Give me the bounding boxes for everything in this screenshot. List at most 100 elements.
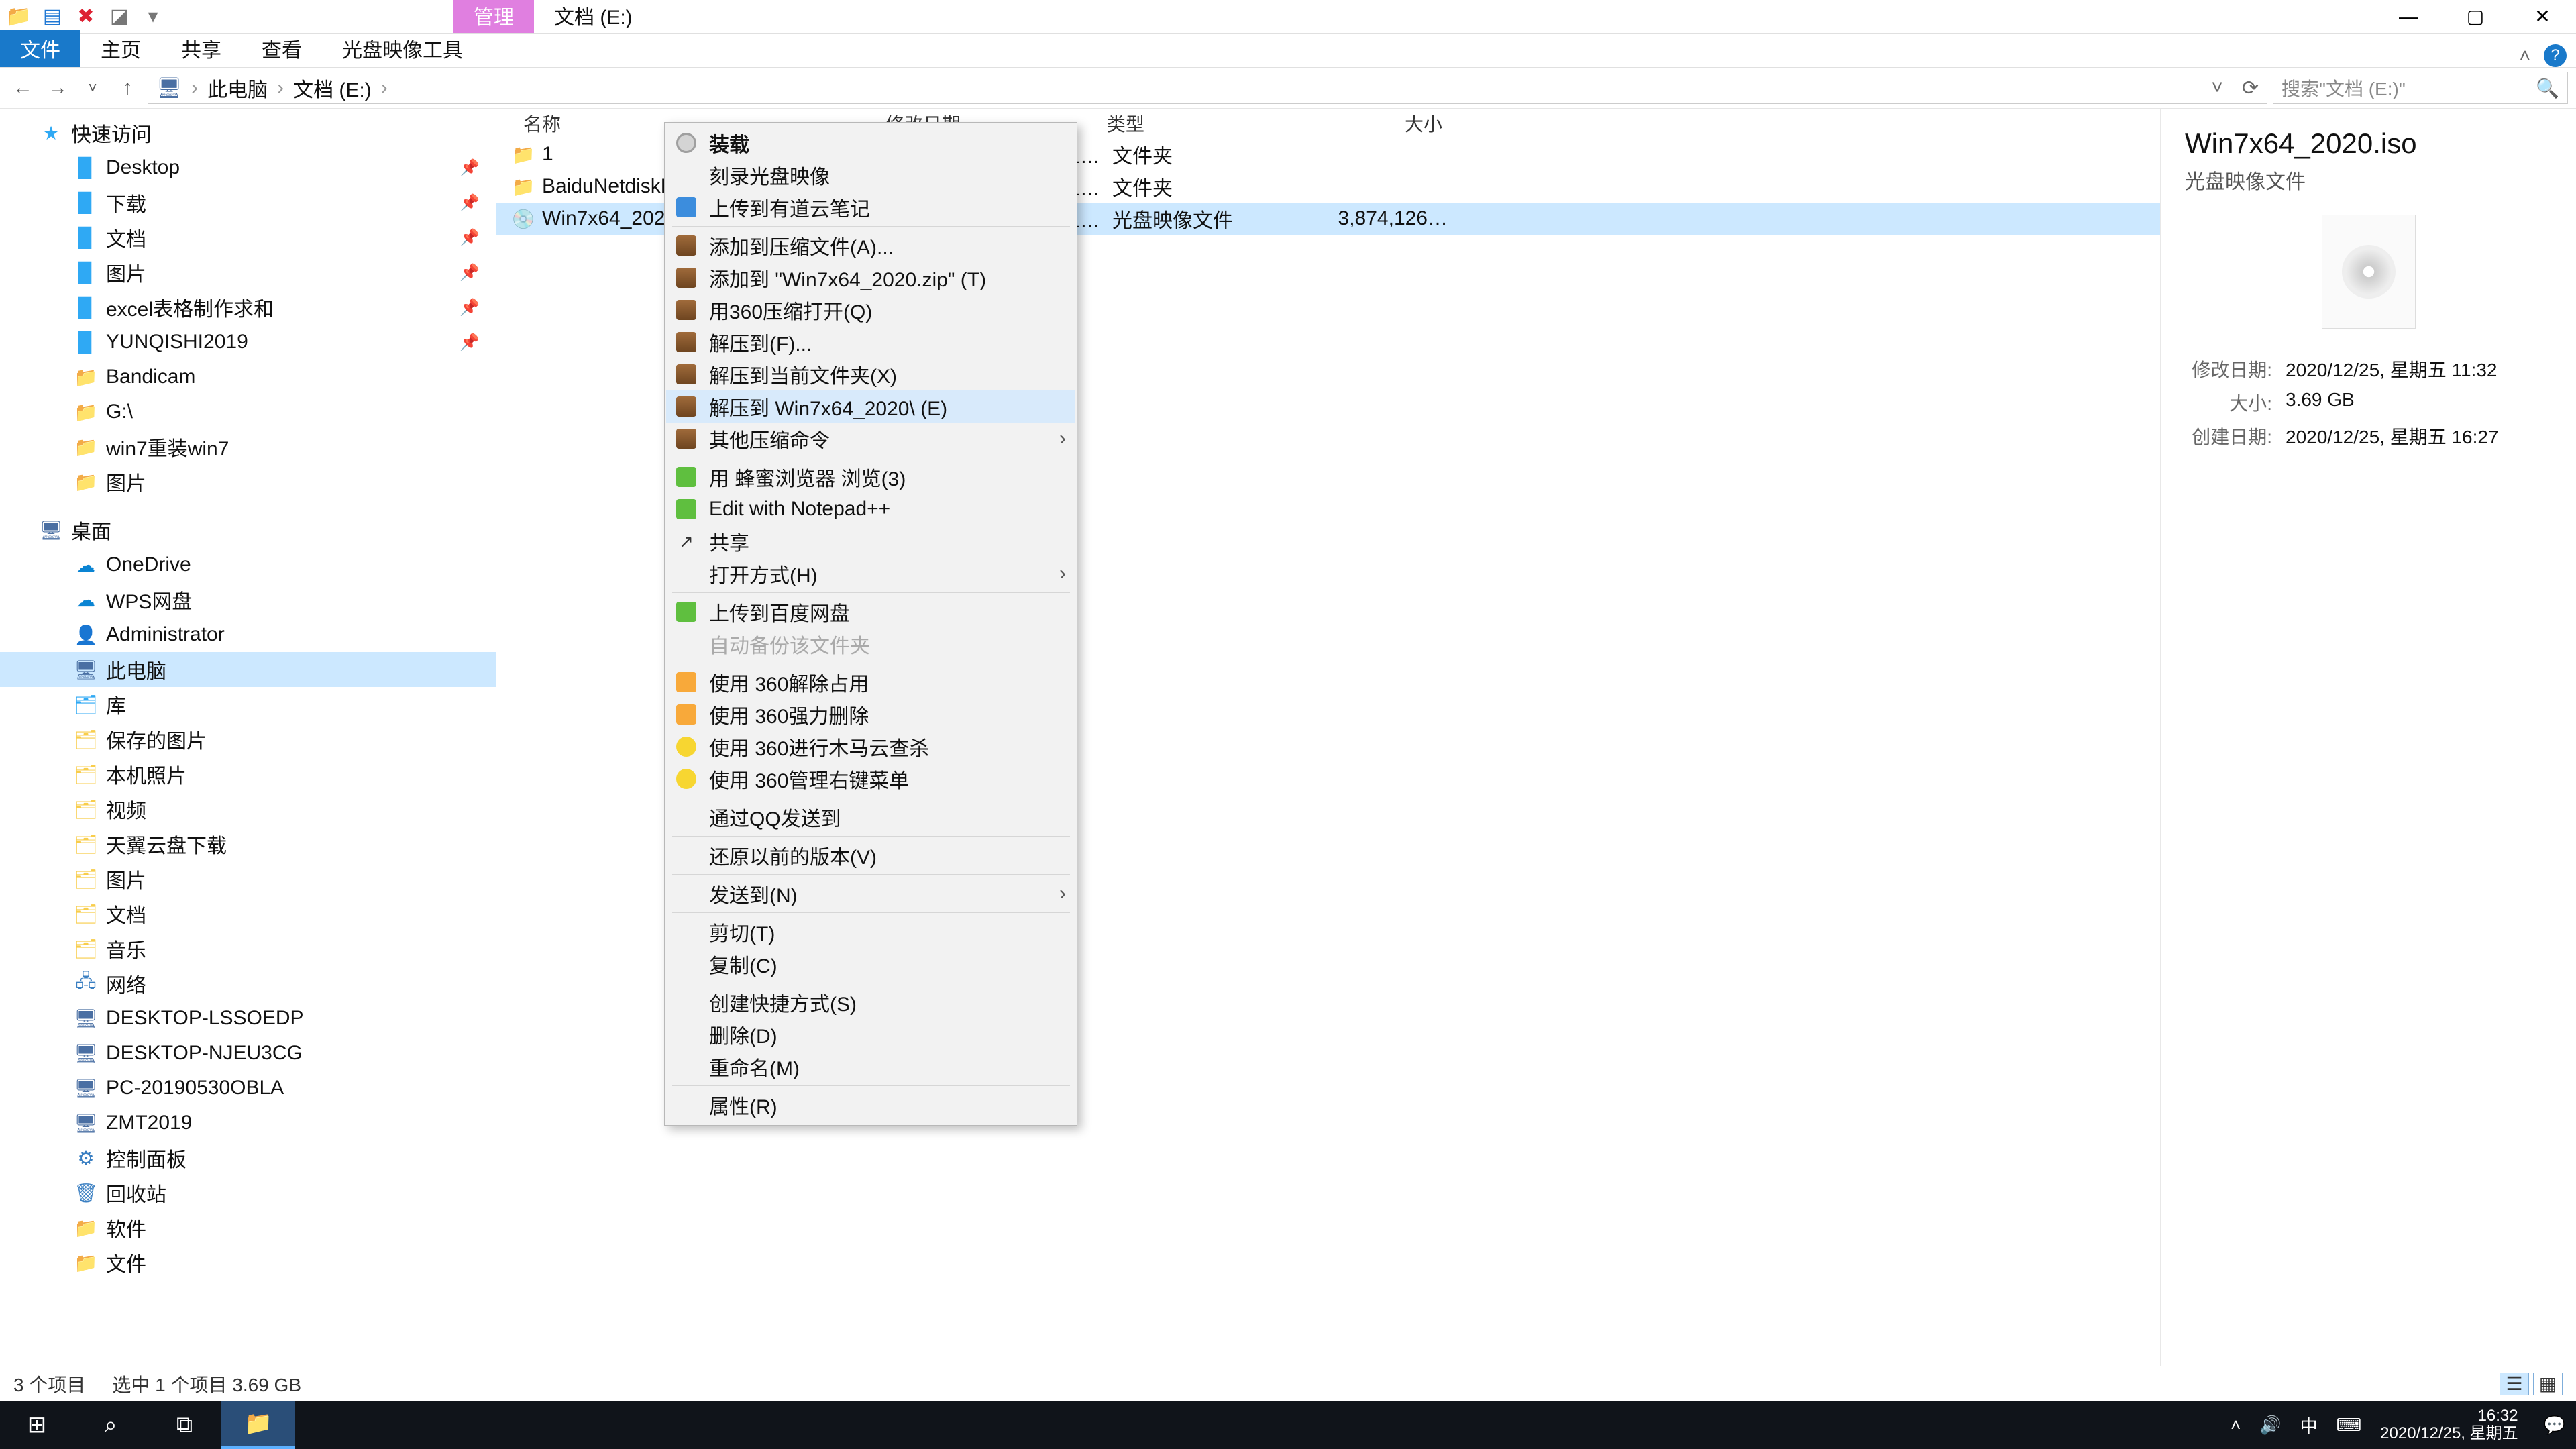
nav-item[interactable]: 🖥PC-20190530OBLA [0, 1071, 496, 1106]
nav-item[interactable]: 📁G:\ [0, 394, 496, 429]
qat-dropdown-icon[interactable]: ▾ [140, 4, 166, 30]
system-tray[interactable]: ˄ 🔊 中 ⌨ 16:32 2020/12/25, 星期五 💬 [2231, 1407, 2576, 1443]
properties-icon[interactable]: ◪ [106, 4, 133, 30]
tray-overflow-icon[interactable]: ˄ [2231, 1415, 2241, 1436]
context-menu-item[interactable]: 删除(D) [666, 1018, 1075, 1051]
nav-forward-button[interactable]: → [43, 73, 72, 103]
task-view-button[interactable]: ⧉ [148, 1401, 221, 1449]
context-tab-manage[interactable]: 管理 [453, 0, 534, 33]
breadcrumb-root[interactable]: 此电脑 [207, 73, 268, 103]
close-doc-icon[interactable]: ✖ [72, 4, 99, 30]
nav-item[interactable]: ▉Desktop📌 [0, 150, 496, 185]
ribbon-tab-home[interactable]: 主页 [80, 30, 161, 67]
context-menu-item[interactable]: 属性(R) [666, 1089, 1075, 1121]
context-menu-item[interactable]: 上传到百度网盘 [666, 596, 1075, 628]
start-button[interactable]: ⊞ [0, 1401, 74, 1449]
nav-item[interactable]: ⚙控制面板 [0, 1140, 496, 1175]
search-input[interactable]: 搜索"文档 (E:)" 🔍 [2273, 72, 2568, 104]
nav-item[interactable]: ▉下载📌 [0, 185, 496, 220]
nav-item[interactable]: ☁OneDrive [0, 547, 496, 582]
icons-view-button[interactable]: ▦ [2533, 1373, 2563, 1395]
maximize-button[interactable]: ▢ [2442, 1, 2509, 33]
tray-volume-icon[interactable]: 🔊 [2259, 1415, 2281, 1436]
taskbar-explorer-button[interactable]: 📁 [221, 1401, 295, 1449]
minimize-button[interactable]: — [2375, 1, 2442, 33]
nav-item[interactable]: 🗂音乐 [0, 931, 496, 966]
context-menu-item[interactable]: 使用 360管理右键菜单 [666, 763, 1075, 795]
nav-item[interactable]: ▉文档📌 [0, 220, 496, 255]
nav-item[interactable]: 📁图片 [0, 464, 496, 499]
taskbar-search-button[interactable]: ⌕ [74, 1401, 148, 1449]
nav-item[interactable]: 🗂保存的图片 [0, 722, 496, 757]
column-size[interactable]: 大小 [1288, 110, 1469, 137]
context-menu-item[interactable]: 装载 [666, 127, 1075, 159]
context-menu-item[interactable]: 使用 360进行木马云查杀 [666, 731, 1075, 763]
nav-item[interactable]: 📁软件 [0, 1210, 496, 1245]
context-menu-item[interactable]: 使用 360强力删除 [666, 698, 1075, 731]
nav-item[interactable]: 🖥桌面 [0, 513, 496, 547]
details-view-button[interactable]: ☰ [2500, 1373, 2529, 1395]
file-list-pane[interactable]: 名称 修改日期 类型 大小 📁 1 2020/12/15, 星期二 1… 文件夹… [496, 109, 2160, 1366]
nav-item[interactable]: 🗑回收站 [0, 1175, 496, 1210]
context-menu-item[interactable]: 解压到 Win7x64_2020\ (E) [666, 390, 1075, 423]
tray-ime-icon[interactable]: 中 [2300, 1413, 2318, 1438]
context-menu-item[interactable]: 打开方式(H)› [666, 557, 1075, 590]
context-menu-item[interactable]: 解压到(F)... [666, 326, 1075, 358]
nav-item[interactable]: ▉YUNQISHI2019📌 [0, 325, 496, 360]
context-menu-item[interactable]: 剪切(T) [666, 916, 1075, 948]
column-type[interactable]: 类型 [1107, 110, 1288, 137]
nav-up-button[interactable]: ↑ [113, 73, 142, 103]
context-menu-item[interactable]: 重命名(M) [666, 1051, 1075, 1083]
context-menu-item[interactable]: ↗共享 [666, 525, 1075, 557]
ribbon-collapse-icon[interactable]: ˄ [2520, 45, 2530, 66]
context-menu-item[interactable]: 添加到 "Win7x64_2020.zip" (T) [666, 262, 1075, 294]
context-menu-item[interactable]: Edit with Notepad++ [666, 493, 1075, 525]
nav-item[interactable]: 🖥DESKTOP-NJEU3CG [0, 1036, 496, 1071]
nav-item[interactable]: ▉图片📌 [0, 255, 496, 290]
tray-clock[interactable]: 16:32 2020/12/25, 星期五 [2380, 1407, 2518, 1443]
nav-item[interactable]: 🖥ZMT2019 [0, 1106, 496, 1140]
navigation-pane[interactable]: ★快速访问▉Desktop📌▉下载📌▉文档📌▉图片📌▉excel表格制作求和📌▉… [0, 109, 496, 1366]
nav-item[interactable]: 📁Bandicam [0, 360, 496, 394]
tray-keyboard-icon[interactable]: ⌨ [2337, 1415, 2362, 1436]
context-menu-item[interactable]: 创建快捷方式(S) [666, 986, 1075, 1018]
nav-item[interactable]: ★快速访问 [0, 115, 496, 150]
nav-back-button[interactable]: ← [8, 73, 38, 103]
nav-item[interactable]: 🗂天翼云盘下载 [0, 826, 496, 861]
taskbar[interactable]: ⊞ ⌕ ⧉ 📁 ˄ 🔊 中 ⌨ 16:32 2020/12/25, 星期五 💬 [0, 1401, 2576, 1449]
ribbon-tab-share[interactable]: 共享 [161, 30, 241, 67]
nav-item[interactable]: 🗂图片 [0, 861, 496, 896]
ribbon-tab-file[interactable]: 文件 [0, 30, 80, 67]
refresh-icon[interactable]: ⟳ [2242, 76, 2259, 100]
breadcrumb[interactable]: 文档 (E:) [293, 73, 372, 103]
nav-item[interactable]: ☁WPS网盘 [0, 582, 496, 617]
action-center-icon[interactable]: 💬 [2544, 1415, 2565, 1436]
address-dropdown-icon[interactable]: ˅ [2211, 76, 2223, 99]
context-menu-item[interactable]: 其他压缩命令› [666, 423, 1075, 455]
help-icon[interactable]: ? [2544, 44, 2567, 67]
context-menu-item[interactable]: 添加到压缩文件(A)... [666, 229, 1075, 262]
nav-item[interactable]: 👤Administrator [0, 617, 496, 652]
close-button[interactable]: ✕ [2509, 1, 2576, 33]
nav-item[interactable]: 🗂本机照片 [0, 757, 496, 792]
nav-item[interactable]: 🗂库 [0, 687, 496, 722]
nav-history-button[interactable]: ˅ [78, 73, 107, 103]
nav-item[interactable]: 🗂视频 [0, 792, 496, 826]
context-menu-item[interactable]: 发送到(N)› [666, 877, 1075, 910]
context-menu-item[interactable]: 通过QQ发送到 [666, 801, 1075, 833]
ribbon-tab-view[interactable]: 查看 [241, 30, 322, 67]
context-menu-item[interactable]: 解压到当前文件夹(X) [666, 358, 1075, 390]
nav-item[interactable]: 📁win7重装win7 [0, 429, 496, 464]
context-menu-item[interactable]: 还原以前的版本(V) [666, 839, 1075, 871]
nav-item[interactable]: 🖥此电脑 [0, 652, 496, 687]
context-menu-item[interactable]: 刻录光盘映像 [666, 159, 1075, 191]
nav-item[interactable]: 🖥DESKTOP-LSSOEDP [0, 1001, 496, 1036]
nav-item[interactable]: ▉excel表格制作求和📌 [0, 290, 496, 325]
context-menu-item[interactable]: 复制(C) [666, 948, 1075, 980]
nav-item[interactable]: 📁文件 [0, 1245, 496, 1280]
ribbon-tab-disc-tools[interactable]: 光盘映像工具 [322, 30, 483, 67]
address-bar[interactable]: 🖥 › 此电脑 › 文档 (E:) › ˅ ⟳ [148, 72, 2267, 104]
nav-item[interactable]: 🗂文档 [0, 896, 496, 931]
save-icon[interactable]: ▤ [39, 4, 66, 30]
context-menu-item[interactable]: 用360压缩打开(Q) [666, 294, 1075, 326]
